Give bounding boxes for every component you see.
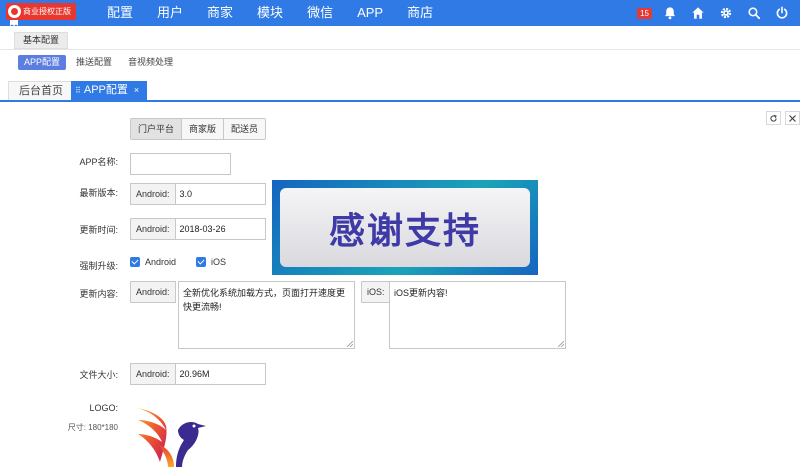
update-content-ios-textarea[interactable]: iOS更新内容! bbox=[389, 281, 566, 349]
drag-handle-icon[interactable]: ⠿ bbox=[75, 86, 81, 95]
app-name-input[interactable] bbox=[130, 153, 231, 175]
phoenix-logo-image[interactable] bbox=[134, 404, 214, 467]
banner-text: 感谢支持 bbox=[328, 210, 481, 252]
main-nav: 配置 用户 商家 模块 微信 APP 商店 bbox=[95, 0, 445, 26]
nav-item-config[interactable]: 配置 bbox=[95, 0, 145, 26]
force-update-ios-checkbox[interactable]: iOS bbox=[196, 257, 226, 267]
logo-label: LOGO: bbox=[89, 403, 118, 413]
platform-selector: 门户平台 商家版 配送员 bbox=[130, 118, 267, 140]
thanks-banner-image: 感谢支持 bbox=[272, 180, 538, 275]
update-content-android-addon: Android: bbox=[130, 281, 176, 303]
tab-admin-home[interactable]: 后台首页 bbox=[8, 81, 74, 100]
platform-merchant-button[interactable]: 商家版 bbox=[182, 119, 225, 139]
bell-icon[interactable] bbox=[663, 6, 677, 20]
config-subtabs: APP配置 推送配置 音视频处理 bbox=[18, 55, 183, 70]
update-time-value: 2018-03-26 bbox=[179, 224, 226, 234]
update-content-android-text: 全新优化系统加载方式，页面打开速度更快更流畅! bbox=[183, 288, 346, 312]
power-icon[interactable] bbox=[775, 6, 789, 20]
license-badge-label: 商业授权正版 bbox=[23, 7, 71, 16]
resize-handle-icon[interactable] bbox=[347, 341, 353, 347]
checkbox-checked-icon bbox=[130, 257, 140, 267]
ribbon-icon bbox=[10, 20, 18, 26]
refresh-icon[interactable] bbox=[766, 111, 781, 125]
header-actions: 15 bbox=[637, 0, 796, 26]
nav-item-users[interactable]: 用户 bbox=[145, 0, 195, 26]
home-icon[interactable] bbox=[691, 6, 705, 20]
subtab-media-processing[interactable]: 音视频处理 bbox=[122, 55, 179, 70]
update-time-android-addon: Android: bbox=[131, 219, 176, 239]
license-badge[interactable]: 商业授权正版 bbox=[6, 3, 76, 20]
page-tabs-bar: 后台首页 ⠿ APP配置 × bbox=[0, 81, 800, 102]
nav-item-app[interactable]: APP bbox=[345, 0, 395, 26]
subtab-push-config[interactable]: 推送配置 bbox=[70, 55, 118, 70]
update-content-ios-text: iOS更新内容! bbox=[394, 288, 448, 298]
resize-handle-icon[interactable] bbox=[558, 341, 564, 347]
version-android-addon: Android: bbox=[131, 184, 176, 204]
version-input[interactable]: Android: 3.0 bbox=[130, 183, 266, 205]
tab-app-config-label: APP配置 bbox=[83, 84, 128, 96]
top-navbar: 商业授权正版 配置 用户 商家 模块 微信 APP 商店 15 bbox=[0, 0, 800, 26]
update-content-label: 更新内容: bbox=[79, 289, 118, 299]
force-update-ios-label: iOS bbox=[211, 257, 227, 267]
search-icon[interactable] bbox=[747, 6, 761, 20]
close-tab-icon[interactable]: × bbox=[134, 85, 139, 95]
force-update-android-checkbox[interactable]: Android bbox=[130, 257, 176, 267]
section-divider bbox=[0, 49, 800, 50]
checkbox-checked-icon bbox=[196, 257, 206, 267]
nav-item-store[interactable]: 商店 bbox=[395, 0, 445, 26]
gear-icon[interactable] bbox=[719, 6, 733, 20]
version-label: 最新版本: bbox=[79, 188, 118, 198]
logo-size-note: 尺寸: 180*180 bbox=[67, 423, 118, 432]
file-size-android-addon: Android: bbox=[131, 364, 176, 384]
tab-app-config[interactable]: ⠿ APP配置 × bbox=[71, 81, 148, 100]
update-content-ios-addon: iOS: bbox=[361, 281, 391, 303]
file-size-label: 文件大小: bbox=[79, 370, 118, 380]
update-content-android-textarea[interactable]: 全新优化系统加载方式，页面打开速度更快更流畅! bbox=[178, 281, 355, 349]
close-icon[interactable] bbox=[785, 111, 800, 125]
platform-portal-button[interactable]: 门户平台 bbox=[131, 119, 183, 139]
file-size-value: 20.96M bbox=[179, 369, 210, 379]
force-update-label: 强制升级: bbox=[79, 261, 118, 271]
nav-item-merchants[interactable]: 商家 bbox=[195, 0, 245, 26]
brand-logo-icon bbox=[8, 5, 21, 18]
update-time-input[interactable]: Android: 2018-03-26 bbox=[130, 218, 266, 240]
version-value: 3.0 bbox=[179, 189, 193, 199]
app-name-label: APP名称: bbox=[79, 157, 118, 167]
section-tab-basic-config[interactable]: 基本配置 bbox=[14, 32, 69, 49]
notification-count-badge[interactable]: 15 bbox=[637, 7, 652, 19]
nav-item-wechat[interactable]: 微信 bbox=[295, 0, 345, 26]
update-time-label: 更新时间: bbox=[79, 225, 118, 235]
subtab-app-config[interactable]: APP配置 bbox=[18, 55, 67, 70]
nav-item-modules[interactable]: 模块 bbox=[245, 0, 295, 26]
file-size-input[interactable]: Android: 20.96M bbox=[130, 363, 266, 385]
platform-courier-button[interactable]: 配送员 bbox=[224, 119, 266, 139]
force-update-android-label: Android bbox=[145, 257, 177, 267]
